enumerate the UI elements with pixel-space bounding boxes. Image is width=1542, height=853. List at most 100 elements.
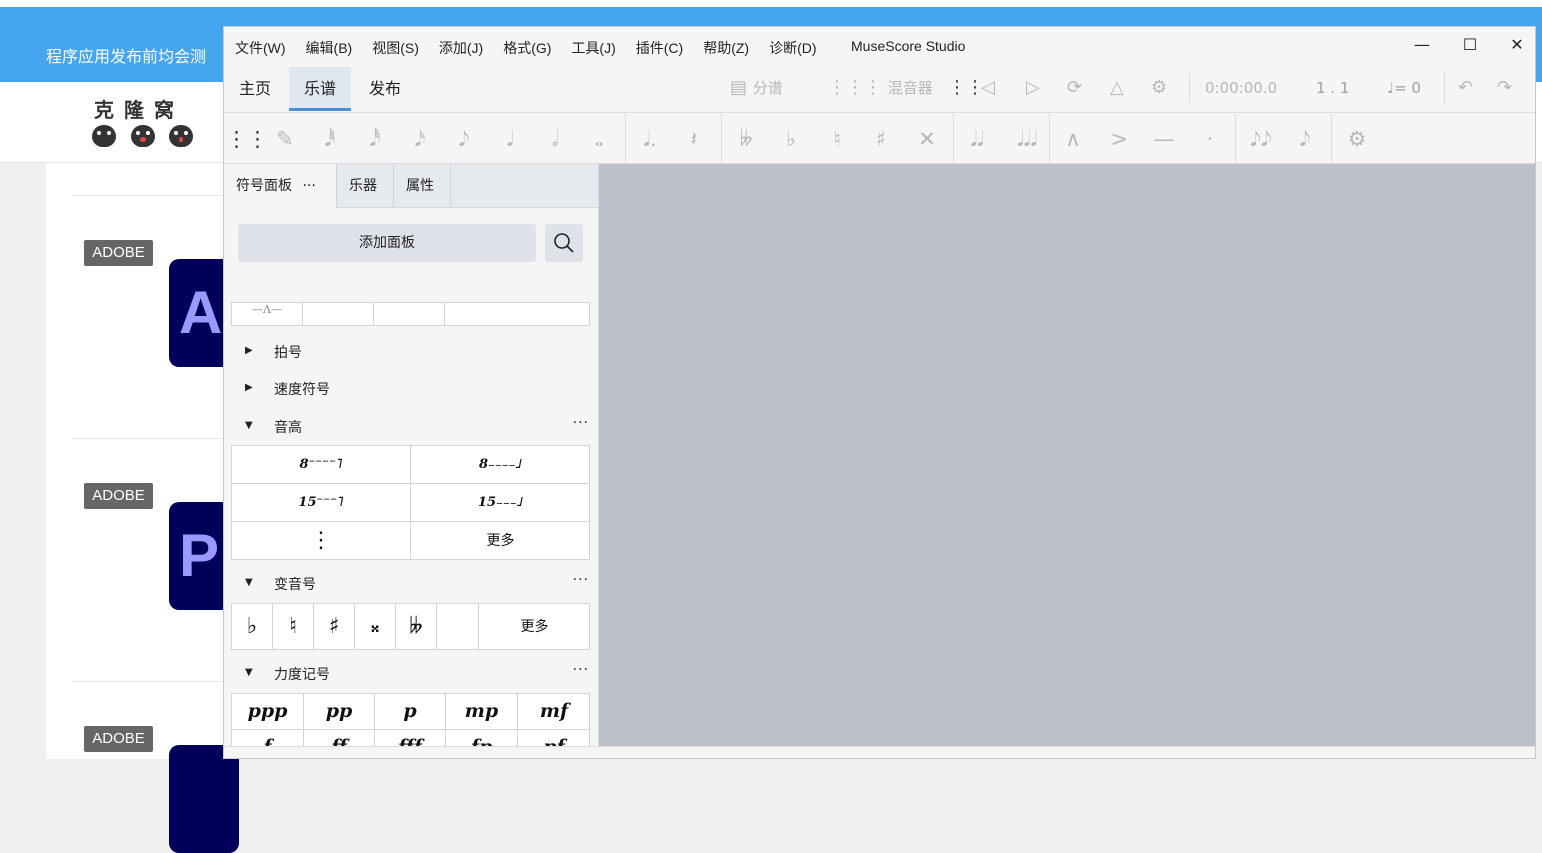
natural-icon[interactable]: ♮ [822,124,852,154]
dynamic-mf[interactable]: mf [518,694,590,730]
note-whole-icon[interactable]: 𝅝 [584,124,614,154]
list-divider [72,195,232,196]
note-16th-icon[interactable]: 𝅘𝅥𝅯 [405,124,435,154]
tab-publish[interactable]: 发布 [354,67,416,111]
marcato-icon[interactable]: ∧ [1058,124,1088,154]
panel-more-icon[interactable]: ··· [302,178,315,194]
maximize-icon[interactable]: ☐ [1460,35,1480,55]
section-more-icon[interactable]: ··· [573,572,589,588]
note-half-icon[interactable]: 𝅗𝅥 [540,124,570,154]
ottava-8va-bassa[interactable]: 8₋₋₋₋˩ [411,446,590,484]
menu-edit[interactable]: 编辑(B) [306,38,353,58]
palette-search-button[interactable] [545,224,583,262]
note-quarter-icon[interactable]: 𝅘𝅥 [495,124,525,154]
loop-icon[interactable]: ⟳ [1067,77,1082,99]
category-tag[interactable]: ADOBE [84,726,153,752]
minimize-icon[interactable]: — [1412,35,1432,55]
drag-handle-icon[interactable]: ⋮⋮ [226,124,268,154]
collapsed-arrow-icon: ▶ [245,345,253,356]
slur-icon[interactable]: 𝅘𝅥𝅘𝅥𝅘𝅥 [1006,124,1048,154]
double-sharp-icon[interactable]: 𝄪 [355,604,396,650]
section-time-signatures[interactable]: ▶ 拍号 [224,337,598,367]
accent-icon[interactable]: > [1104,124,1134,154]
dynamic-ppp[interactable]: ppp [232,694,304,730]
tenuto-icon[interactable]: — [1149,124,1179,154]
flat-icon[interactable]: ♭ [776,124,806,154]
note-64th-icon[interactable]: 𝅘𝅥𝅱 [315,124,345,154]
tab-properties[interactable]: 属性 [394,164,451,208]
note-32nd-icon[interactable]: 𝅘𝅥𝅰 [360,124,390,154]
playback-settings-icon[interactable]: ⚙ [1151,77,1167,99]
sharp-icon[interactable]: ♯ [866,124,896,154]
clef-change-icon[interactable]: ⋮ [232,522,411,560]
section-dynamics[interactable]: ▼ 力度记号 ··· [224,659,598,689]
parts-button[interactable]: ▤ 分谱 [730,77,783,99]
tab-score[interactable]: 乐谱 [289,67,352,111]
palette-cell[interactable] [445,303,590,326]
palette-cell-empty[interactable] [437,604,479,650]
menu-help[interactable]: 帮助(Z) [703,38,749,58]
site-logo-text[interactable]: 克隆窝 [94,94,184,123]
menu-tools[interactable]: 工具(J) [571,38,615,58]
tuplet-icon[interactable]: 𝅘𝅥𝅮𝅘𝅥𝅮 [1246,124,1276,154]
sharp-icon[interactable]: ♯ [314,604,355,650]
close-icon[interactable]: ✕ [1507,35,1527,55]
menu-add[interactable]: 添加(J) [439,38,483,58]
dynamic-p[interactable]: p [375,694,446,730]
menu-format[interactable]: 格式(G) [503,38,551,58]
dotted-note-icon[interactable]: 𝅘𝅥. [635,124,665,154]
note-eighth-icon[interactable]: 𝅘𝅥𝅮 [449,124,479,154]
double-sharp-icon[interactable]: ✕ [912,124,942,154]
menu-diagnostics[interactable]: 诊断(D) [769,38,816,58]
category-tag[interactable]: ADOBE [84,483,153,509]
menu-view[interactable]: 视图(S) [372,38,419,58]
undo-icon[interactable]: ↶ [1458,77,1473,99]
time-display[interactable]: 0:00:00.0 [1205,77,1277,99]
tab-home[interactable]: 主页 [224,67,286,111]
play-icon[interactable]: ▷ [1026,77,1040,99]
app-icon[interactable] [169,745,239,853]
palette-cell[interactable] [374,303,445,326]
ottava-8va-alta[interactable]: 8⁻⁻⁻⁻˥ [232,446,411,484]
mixer-label: 混音器 [887,79,933,97]
staccato-icon[interactable]: · [1195,124,1225,154]
menu-bar: 文件(W) 编辑(B) 视图(S) 添加(J) 格式(G) 工具(J) 插件(C… [235,38,837,58]
score-canvas[interactable] [599,164,1535,746]
flat-icon[interactable]: ♭ [232,604,273,650]
pitch-more-button[interactable]: 更多 [411,522,590,560]
flip-direction-icon[interactable]: 𝅘𝅥𝅮 [1290,124,1320,154]
note-input-pencil-icon[interactable]: ✎ [270,124,300,154]
natural-icon[interactable]: ♮ [273,604,314,650]
section-more-icon[interactable]: ··· [573,662,589,678]
category-tag[interactable]: ADOBE [84,240,153,266]
drag-handle-icon[interactable]: ⋮⋮ [948,77,984,99]
dynamic-pp[interactable]: pp [304,694,375,730]
palette-cell[interactable] [303,303,374,326]
menu-file[interactable]: 文件(W) [235,38,286,58]
measure-display[interactable]: 1 . 1 [1316,77,1349,99]
ottava-15ma-bassa[interactable]: 15₋₋₋˩ [411,484,590,522]
toolbar-settings-icon[interactable]: ⚙ [1342,124,1372,154]
menu-plugins[interactable]: 插件(C) [636,38,683,58]
double-flat-icon[interactable]: 𝄫 [396,604,437,650]
accidentals-more-button[interactable]: 更多 [479,604,590,650]
metronome-icon[interactable]: △ [1110,77,1124,99]
rewind-icon[interactable]: ◁ [981,77,995,99]
tab-instruments[interactable]: 乐器 [337,164,394,208]
ottava-15ma-alta[interactable]: 15⁻⁻⁻˥ [232,484,411,522]
rest-icon[interactable]: 𝄽 [679,124,709,154]
dynamic-mp[interactable]: mp [446,694,518,730]
redo-icon[interactable]: ↷ [1497,77,1512,99]
add-palette-button[interactable]: 添加面板 [238,224,536,262]
palette-cell[interactable]: —Λ— [232,303,303,326]
section-pitch[interactable]: ▼ 音高 ··· [224,412,598,442]
section-tempo[interactable]: ▶ 速度符号 [224,374,598,404]
mixer-button[interactable]: ⋮⋮⋮ 混音器 [828,77,933,99]
section-more-icon[interactable]: ··· [573,415,589,431]
tab-palettes[interactable]: 符号面板 ··· [224,164,337,208]
section-accidentals[interactable]: ▼ 变音号 ··· [224,569,598,599]
double-flat-icon[interactable]: 𝄫 [731,124,761,154]
tie-icon[interactable]: 𝅘𝅥𝅘𝅥 [962,124,992,154]
toolbar-separator [721,114,722,164]
tempo-display[interactable]: ♩= 0 [1387,77,1421,99]
